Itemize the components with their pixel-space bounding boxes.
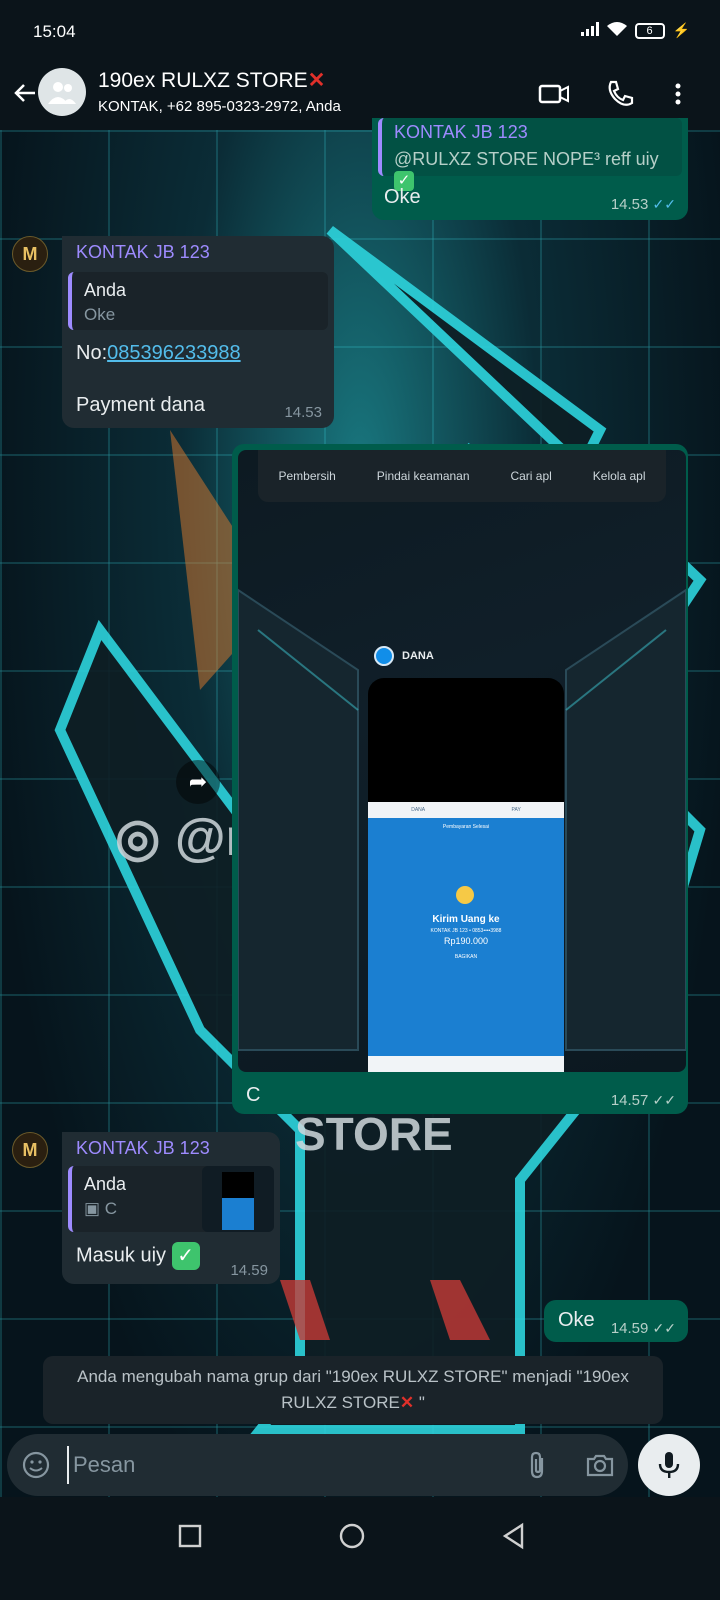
sticker-emoji-icon[interactable] <box>21 1450 51 1480</box>
sender-name: KONTAK JB 123 <box>76 1138 210 1158</box>
quoted-message[interactable]: Anda Oke <box>68 272 328 330</box>
message-bubble-incoming[interactable]: KONTAK JB 123 Anda Oke No:085396233988 P… <box>62 236 334 428</box>
message-time: 14.53 <box>284 404 322 421</box>
camera-icon[interactable] <box>585 1450 615 1480</box>
forward-icon[interactable]: ➦ <box>176 760 220 804</box>
video-call-icon[interactable] <box>538 78 570 110</box>
coin-icon <box>456 886 474 904</box>
sender-avatar[interactable]: M <box>12 1132 48 1168</box>
microphone-button[interactable] <box>638 1434 700 1496</box>
system-message: Anda mengubah nama grup dari "190ex RULX… <box>43 1356 663 1424</box>
message-text: Payment dana <box>76 394 205 416</box>
message-time: 14.59 <box>610 1320 649 1337</box>
message-input[interactable] <box>67 1446 507 1484</box>
dana-app-icon <box>374 646 394 666</box>
chat-participants[interactable]: KONTAK, +62 895-0323-2972, Anda <box>98 98 341 115</box>
delivered-ticks-icon: ✓✓ <box>652 1092 676 1108</box>
message-time: 14.59 <box>230 1262 268 1279</box>
recent-app-label: DANA <box>374 646 434 666</box>
recents-square-icon[interactable] <box>173 1519 207 1553</box>
battery-icon: 6 <box>634 22 665 39</box>
message-text: Oke <box>558 1309 595 1331</box>
delivered-ticks-icon: ✓✓ <box>652 1320 676 1336</box>
message-bubble-outgoing[interactable]: Oke 14.59 ✓✓ <box>544 1300 688 1342</box>
chat-title[interactable]: 190ex RULXZ STORE✕ <box>98 68 325 93</box>
charging-icon: ⚡ <box>672 22 690 38</box>
message-text: Masuk uiy <box>76 1244 167 1267</box>
sender-avatar[interactable]: M <box>12 236 48 272</box>
back-arrow-icon[interactable] <box>10 78 40 108</box>
group-icon <box>48 82 76 104</box>
quoted-message[interactable]: KONTAK JB 123 @RULXZ STORE NOPE³ reff ui… <box>378 118 682 192</box>
message-bubble-incoming[interactable]: KONTAK JB 123 Anda ▣ C Masuk uiy ✓ 14.59 <box>62 1132 280 1284</box>
wifi-icon <box>606 22 627 39</box>
message-time: 14.53 <box>610 196 649 213</box>
status-bar: 15:04 6 ⚡ <box>0 0 720 60</box>
group-avatar[interactable] <box>38 68 86 116</box>
voice-call-icon[interactable] <box>604 78 636 110</box>
recent-app-preview: DANA PAY Pembayaran Selesai Kirim Uang k… <box>368 678 564 1072</box>
message-time: 14.57 <box>610 1092 649 1109</box>
check-mark-emoji: ✓ <box>171 1242 200 1270</box>
more-options-icon[interactable] <box>662 78 694 110</box>
back-triangle-icon[interactable] <box>497 1519 531 1553</box>
system-navigation-bar <box>0 1497 720 1600</box>
message-bubble-outgoing-image[interactable]: Pembersih Pindai keamanan Cari apl Kelol… <box>232 444 688 1114</box>
image-attachment[interactable]: Pembersih Pindai keamanan Cari apl Kelol… <box>238 450 686 1072</box>
svg-text:◎ @r: ◎ @r <box>115 809 246 867</box>
sender-name: KONTAK JB 123 <box>76 242 210 262</box>
read-ticks-icon: ✓✓ <box>652 196 676 212</box>
svg-text:STORE: STORE <box>295 1108 453 1160</box>
phone-number-link[interactable]: 085396233988 <box>107 342 240 364</box>
home-circle-icon[interactable] <box>335 1519 369 1553</box>
image-icon: ▣ <box>84 1199 101 1218</box>
cross-emoji: ✕ <box>399 1393 415 1412</box>
message-composer <box>7 1434 628 1496</box>
cross-emoji: ✕ <box>307 69 326 92</box>
quoted-image-thumbnail <box>202 1166 274 1232</box>
message-bubble-outgoing[interactable]: KONTAK JB 123 @RULXZ STORE NOPE³ reff ui… <box>372 118 688 220</box>
signal-icon <box>580 22 599 39</box>
image-caption: C <box>246 1084 261 1106</box>
attachment-clip-icon[interactable] <box>523 1450 553 1480</box>
microphone-icon <box>658 1452 680 1478</box>
message-text: Oke <box>384 186 421 208</box>
status-time: 15:04 <box>33 22 76 41</box>
screenshot-toolbar: Pembersih Pindai keamanan Cari apl Kelol… <box>258 450 666 502</box>
